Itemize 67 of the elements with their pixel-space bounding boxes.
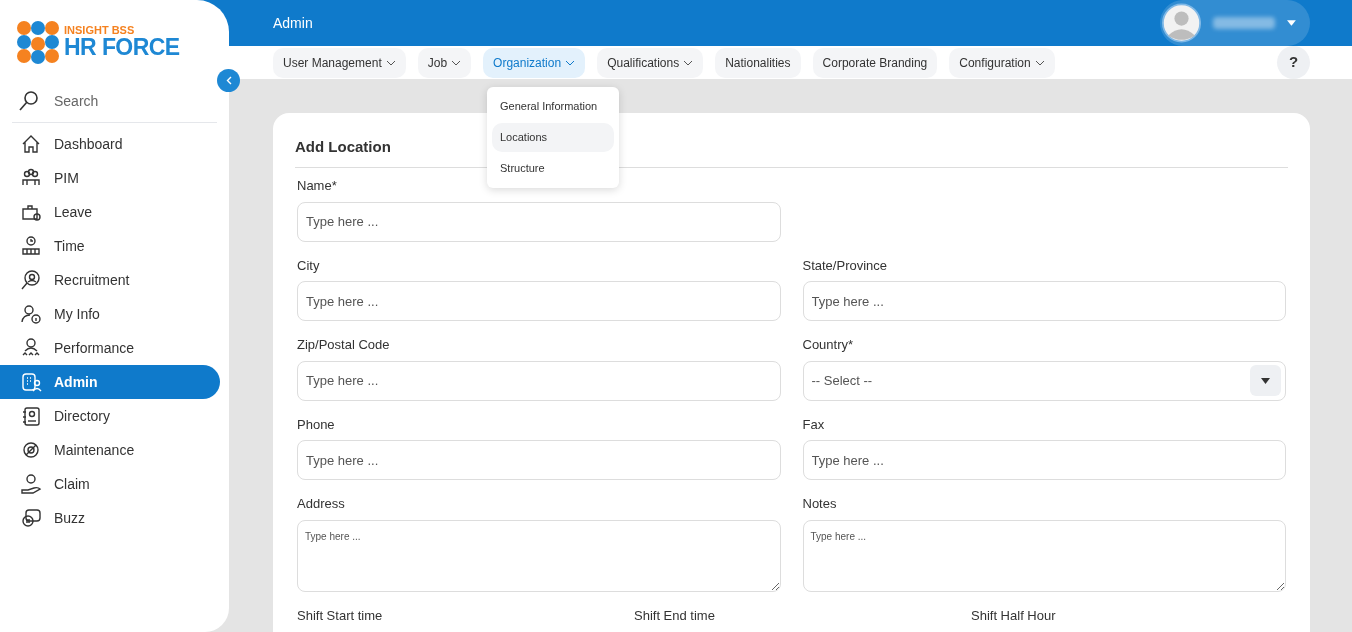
dropdown-item[interactable]: Locations: [492, 123, 614, 152]
nav-tab[interactable]: Qualifications: [597, 47, 704, 78]
menu-item-icon: [20, 507, 42, 529]
menu-item-icon: [20, 473, 42, 495]
menu-item-icon: [20, 405, 42, 427]
sidebar-item[interactable]: My Info: [0, 297, 220, 331]
field-label: Shift Half Hour: [971, 606, 1057, 625]
menu-item-icon: [20, 303, 42, 325]
user-menu[interactable]: [1160, 0, 1310, 46]
field-label: Address: [297, 495, 346, 513]
sidebar-item[interactable]: Buzz: [0, 501, 220, 535]
sidebar-item[interactable]: Directory: [0, 399, 220, 433]
field-label: State/Province: [802, 256, 889, 275]
sidebar-item[interactable]: Performance: [0, 331, 220, 365]
menu-item-icon: [20, 371, 42, 393]
dropdown-item[interactable]: Structure: [492, 154, 614, 183]
menu-item-icon: [20, 439, 42, 461]
nav-tab[interactable]: Nationalities: [715, 47, 801, 78]
caret-icon: [1261, 377, 1270, 384]
field-label: Phone: [297, 415, 336, 434]
menu-item-icon: [20, 235, 42, 257]
logo-tagline: INSIGHT BSS: [64, 25, 136, 36]
nav-tab[interactable]: Job: [417, 47, 472, 78]
sidebar-item[interactable]: Time: [0, 229, 220, 263]
dropdown-button[interactable]: [1250, 365, 1281, 396]
chevron-left-icon: [225, 76, 232, 85]
field-label: Name*: [297, 177, 338, 195]
input-field[interactable]: Type here ...: [802, 440, 1286, 480]
menu-item-icon: [20, 269, 42, 291]
input-field[interactable]: Type here ...: [297, 360, 781, 401]
dropdown-item[interactable]: General Information: [492, 92, 614, 121]
nav-tab[interactable]: User Management: [273, 47, 406, 78]
menu-item-icon: [20, 133, 42, 155]
input-field[interactable]: Type here ...: [297, 281, 781, 321]
text-area[interactable]: Type here ...: [297, 519, 781, 592]
field-label: City: [297, 256, 321, 275]
field-label: Shift Start time: [297, 606, 384, 625]
input-field[interactable]: Type here ...: [297, 440, 781, 480]
sidebar-item[interactable]: Maintenance: [0, 433, 220, 467]
input-field[interactable]: Type here ...: [297, 201, 781, 242]
nav-tab[interactable]: Organization: [483, 47, 586, 78]
sidebar-item[interactable]: Recruitment: [0, 263, 220, 297]
field-label: Shift End time: [634, 606, 716, 625]
sidebar-item[interactable]: Dashboard: [0, 127, 220, 161]
field-label: Country*: [802, 336, 855, 354]
nav-tab[interactable]: Corporate Branding: [812, 47, 938, 78]
page-title: Admin: [273, 13, 313, 33]
logo-icon: [16, 20, 60, 64]
search-icon: [18, 90, 40, 112]
form-title: Add Location: [295, 138, 391, 155]
search-field[interactable]: Search: [54, 90, 194, 112]
sidebar-item[interactable]: PIM: [0, 161, 220, 195]
caret-icon: [1287, 20, 1296, 26]
sidebar-item[interactable]: Leave: [0, 195, 220, 229]
field-label: Notes: [802, 495, 838, 513]
field-label: Zip/Postal Code: [297, 336, 391, 354]
logo-wordmark: HR FORCE: [64, 36, 180, 59]
blurred-name: [1213, 17, 1276, 29]
nav-tab[interactable]: Configuration: [949, 47, 1055, 78]
field-label: Fax: [802, 415, 826, 434]
sidebar-item[interactable]: Admin: [0, 365, 220, 399]
sidebar-item[interactable]: Claim: [0, 467, 220, 501]
help-button[interactable]: ?: [1277, 46, 1310, 79]
avatar-icon: [1162, 1, 1202, 45]
text-area[interactable]: Type here ...: [802, 519, 1286, 592]
input-field[interactable]: Type here ...: [802, 281, 1286, 321]
select-field[interactable]: -- Select --: [802, 360, 1286, 401]
